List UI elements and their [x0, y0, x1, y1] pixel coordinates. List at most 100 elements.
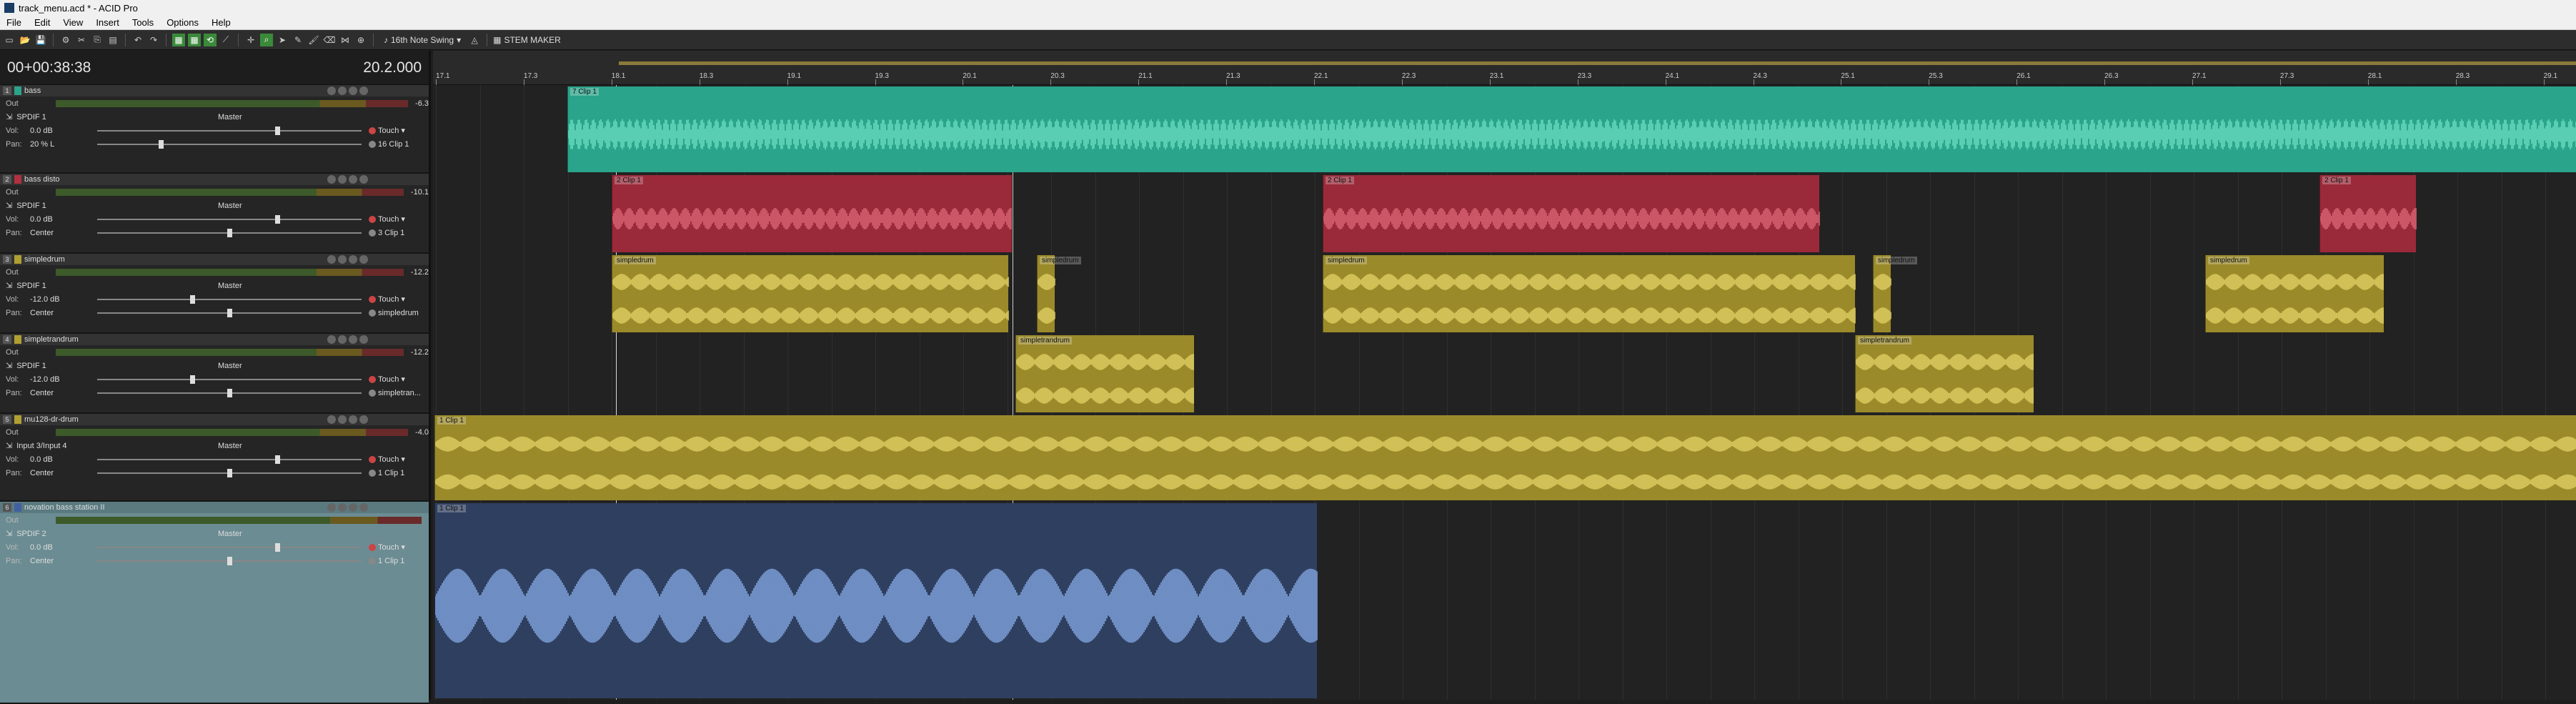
- track-header[interactable]: 3 simpledrum Out -12.2 ⇲ SPDIF 1 Master …: [0, 254, 429, 334]
- clip-select[interactable]: simpledrum: [369, 309, 419, 317]
- pan-slider[interactable]: [97, 557, 362, 565]
- volume-knob[interactable]: [274, 543, 280, 552]
- solo-icon[interactable]: [349, 86, 357, 95]
- audio-clip[interactable]: 2 Clip 1: [2319, 175, 2417, 252]
- bus-select[interactable]: Master: [218, 113, 242, 122]
- swing-dropdown[interactable]: ♪ 16th Note Swing ▾: [379, 35, 465, 45]
- volume-knob[interactable]: [274, 215, 280, 224]
- pan-knob[interactable]: [227, 469, 232, 477]
- output-device[interactable]: SPDIF 1: [16, 282, 46, 290]
- undo-icon[interactable]: ↶: [131, 34, 144, 46]
- track-header[interactable]: 1 bass Out -6.3 ⇲ SPDIF 1 Master Vol: 0.…: [0, 85, 429, 174]
- pan-slider[interactable]: [97, 389, 362, 397]
- volume-slider[interactable]: [97, 375, 362, 384]
- mute-icon[interactable]: [338, 335, 347, 344]
- track-name[interactable]: bass: [24, 86, 324, 95]
- audio-clip[interactable]: 2 Clip 1: [1323, 175, 1820, 252]
- automation-mode[interactable]: Touch ▾: [369, 375, 405, 384]
- grid-icon[interactable]: ▦: [188, 33, 201, 46]
- bus-select[interactable]: Master: [218, 282, 242, 290]
- output-device[interactable]: SPDIF 1: [16, 362, 46, 370]
- fx-icon[interactable]: [359, 415, 368, 424]
- bus-select[interactable]: Master: [218, 530, 242, 538]
- cut-icon[interactable]: ✂: [75, 34, 88, 46]
- pan-slider[interactable]: [97, 229, 362, 237]
- audio-clip[interactable]: simpledrum: [2205, 255, 2384, 332]
- track-lanes[interactable]: 7 Clip 1 2 Clip 1 2 Clip 1 2 Clip 1 simpledr…: [433, 85, 2576, 700]
- beat-ruler[interactable]: 17.1 17.3 18.1 18.3 19.1 19.3 20.1 20.3 21.1 21.3…: [433, 51, 2576, 85]
- arm-record-icon[interactable]: [327, 335, 336, 344]
- search-icon[interactable]: ⌕: [260, 33, 273, 46]
- fx-icon[interactable]: [359, 503, 368, 512]
- draw-icon[interactable]: ✎: [292, 34, 304, 46]
- audio-clip[interactable]: 1 Clip 1: [434, 503, 1318, 698]
- clip-select[interactable]: 1 Clip 1: [369, 557, 404, 565]
- split-icon[interactable]: ⋈: [339, 34, 352, 46]
- output-device[interactable]: SPDIF 2: [16, 530, 46, 538]
- track-color-swatch[interactable]: [14, 415, 21, 424]
- menu-edit[interactable]: Edit: [28, 17, 56, 28]
- save-icon[interactable]: 💾: [34, 34, 47, 46]
- fx-icon[interactable]: [359, 255, 368, 264]
- solo-icon[interactable]: [349, 335, 357, 344]
- pan-slider[interactable]: [97, 309, 362, 317]
- pan-knob[interactable]: [227, 229, 232, 237]
- snap-icon[interactable]: ▦: [172, 33, 185, 46]
- automation-mode[interactable]: Touch ▾: [369, 455, 405, 464]
- paste-icon[interactable]: ▤: [106, 34, 119, 46]
- open-icon[interactable]: 📂: [19, 34, 31, 46]
- output-device[interactable]: SPDIF 1: [16, 113, 46, 122]
- volume-knob[interactable]: [274, 127, 280, 135]
- menu-tools[interactable]: Tools: [126, 17, 160, 28]
- track-color-swatch[interactable]: [14, 503, 21, 512]
- audio-clip[interactable]: simpledrum: [1323, 255, 1856, 332]
- clip-select[interactable]: simpletran...: [369, 389, 421, 397]
- copy-icon[interactable]: ⎘: [91, 34, 104, 46]
- output-device[interactable]: Input 3/Input 4: [16, 442, 66, 450]
- mute-icon[interactable]: [338, 86, 347, 95]
- automation-mode[interactable]: Touch ▾: [369, 214, 405, 224]
- track-header[interactable]: 6 novation bass station II Out ⇲ SPDIF 2…: [0, 502, 429, 704]
- pan-knob[interactable]: [158, 140, 164, 149]
- audio-clip[interactable]: simpletrandrum: [1855, 335, 2034, 412]
- arm-record-icon[interactable]: [327, 86, 336, 95]
- mute-icon[interactable]: [338, 415, 347, 424]
- cursor-icon[interactable]: ✛: [244, 34, 257, 46]
- pan-knob[interactable]: [227, 309, 232, 317]
- track-name[interactable]: simpledrum: [24, 255, 324, 264]
- arm-record-icon[interactable]: [327, 415, 336, 424]
- fx-icon[interactable]: [359, 86, 368, 95]
- mute-icon[interactable]: [338, 503, 347, 512]
- erase-icon[interactable]: ⌫: [323, 34, 336, 46]
- zoom-icon[interactable]: ⊕: [354, 34, 367, 46]
- pointer-icon[interactable]: ➤: [276, 34, 289, 46]
- track-color-swatch[interactable]: [14, 86, 21, 95]
- render-icon[interactable]: ⚙: [59, 34, 72, 46]
- volume-slider[interactable]: [97, 543, 362, 552]
- volume-slider[interactable]: [97, 295, 362, 304]
- track-header[interactable]: 2 bass disto Out -10.1 ⇲ SPDIF 1 Master …: [0, 174, 429, 254]
- audio-clip[interactable]: 2 Clip 1: [612, 175, 1012, 252]
- track-header[interactable]: 5 mu128-dr-drum Out -4.0 ⇲ Input 3/Input…: [0, 414, 429, 502]
- menu-help[interactable]: Help: [205, 17, 237, 28]
- track-name[interactable]: mu128-dr-drum: [24, 415, 324, 424]
- new-icon[interactable]: ▭: [3, 34, 16, 46]
- loop-icon[interactable]: ⟲: [204, 33, 217, 46]
- stem-maker-button[interactable]: ▦ STEM MAKER: [493, 35, 561, 45]
- loop-region-bar[interactable]: [619, 61, 2576, 65]
- pan-slider[interactable]: [97, 469, 362, 477]
- bus-select[interactable]: Master: [218, 362, 242, 370]
- volume-slider[interactable]: [97, 127, 362, 135]
- volume-slider[interactable]: [97, 215, 362, 224]
- track-name[interactable]: novation bass station II: [24, 503, 324, 512]
- menu-view[interactable]: View: [56, 17, 89, 28]
- clip-select[interactable]: 16 Clip 1: [369, 140, 409, 149]
- envelope-icon[interactable]: ⟋: [219, 34, 232, 46]
- arm-record-icon[interactable]: [327, 255, 336, 264]
- paint-icon[interactable]: 🖌: [307, 34, 320, 46]
- arm-record-icon[interactable]: [327, 175, 336, 184]
- solo-icon[interactable]: [349, 175, 357, 184]
- track-header[interactable]: 4 simpletrandrum Out -12.2 ⇲ SPDIF 1 Mas…: [0, 334, 429, 414]
- pan-knob[interactable]: [227, 389, 232, 397]
- solo-icon[interactable]: [349, 415, 357, 424]
